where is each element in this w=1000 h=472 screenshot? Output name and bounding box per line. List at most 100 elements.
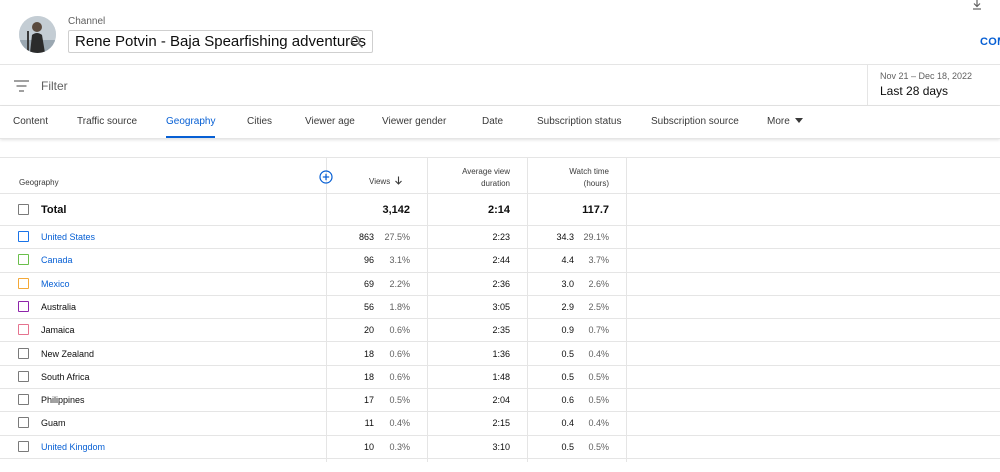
row-checkbox[interactable] [18,347,29,359]
tab-geography[interactable]: Geography [166,116,215,127]
avg-duration-value: 3:10 [492,441,510,452]
tab-traffic-source[interactable]: Traffic source [77,116,137,127]
header-avg-duration-line2: duration [481,179,510,188]
views-percent: 0.6% [389,348,410,359]
report-tabs: Content Traffic source Geography Cities … [0,106,1000,139]
download-icon[interactable] [971,0,983,10]
table-row: Philippines 17 0.5% 2:04 0.6 0.5% [0,389,1000,413]
row-checkbox[interactable] [18,370,29,382]
watch-time-percent: 0.5% [588,371,609,382]
tab-date[interactable]: Date [482,116,503,127]
channel-name: Rene Potvin - Baja Spearfishing adventur… [75,33,367,50]
tab-content[interactable]: Content [13,116,48,127]
table-row: Mexico 69 2.2% 2:36 3.0 2.6% [0,273,1000,296]
views-percent: 1.8% [389,301,410,312]
views-percent: 0.3% [389,441,410,452]
avg-duration-value: 2:35 [492,325,510,336]
sort-down-icon [395,176,403,185]
watch-time-percent: 2.6% [588,278,609,289]
table-row: United States 863 27.5% 2:23 34.3 29.1% [0,226,1000,250]
search-icon[interactable] [350,35,364,49]
views-value: 96 [363,255,374,266]
compare-button[interactable]: COM [980,36,1000,48]
country-name[interactable]: Mexico [41,279,70,289]
header-avg-duration[interactable]: Average view duration [462,166,510,190]
country-name[interactable]: United Kingdom [41,442,105,452]
tab-subscription-source[interactable]: Subscription source [651,116,739,127]
tab-viewer-age[interactable]: Viewer age [305,116,355,127]
row-checkbox[interactable] [18,394,29,406]
views-value: 863 [358,232,374,242]
row-checkbox[interactable] [18,417,29,429]
watch-time-percent: 0.5% [588,395,609,406]
total-checkbox[interactable] [18,204,29,215]
table-row: Australia 56 1.8% 3:05 2.9 2.5% [0,296,1000,320]
tab-more-label: More [767,116,790,127]
total-label: Total [41,204,67,216]
tab-more[interactable]: More [767,116,803,127]
watch-time-value: 0.5 [561,371,574,382]
header-avg-duration-line1: Average view [462,167,510,176]
views-percent: 0.4% [389,418,410,429]
row-checkbox[interactable] [18,324,29,336]
header-views[interactable]: Views [369,176,403,188]
avg-duration-value: 2:04 [492,395,510,406]
views-value: 17 [363,395,374,406]
add-metric-icon[interactable] [319,170,333,184]
views-percent: 0.6% [389,371,410,382]
country-name: Guam [41,418,66,429]
country-name: Jamaica [41,325,75,336]
channel-avatar[interactable] [19,16,56,53]
views-percent: 27.5% [384,232,410,242]
row-checkbox[interactable] [18,440,29,452]
watch-time-percent: 29.1% [583,232,609,242]
watch-time-value: 34.3 [556,232,574,242]
caret-down-icon [794,118,803,123]
total-watch-time: 117.7 [582,204,609,216]
watch-time-percent: 3.7% [588,255,609,266]
header-watch-time[interactable]: Watch time (hours) [569,166,609,190]
watch-time-percent: 0.7% [588,325,609,336]
watch-time-value: 0.4 [561,418,574,429]
avg-duration-value: 1:36 [492,348,510,359]
watch-time-value: 4.4 [561,255,574,266]
filter-icon[interactable] [14,79,29,92]
country-name: Australia [41,301,77,312]
views-percent: 3.1% [389,255,410,266]
views-percent: 0.6% [389,325,410,336]
avg-duration-value: 1:48 [492,371,510,382]
date-range-picker[interactable]: Nov 21 – Dec 18, 2022 Last 28 days [867,65,1000,105]
table-row: Jamaica 20 0.6% 2:35 0.9 0.7% [0,319,1000,343]
watch-time-value: 0.5 [561,441,574,452]
header-geography[interactable]: Geography [19,177,59,189]
country-name[interactable]: Canada [41,255,73,265]
channel-selector[interactable]: Rene Potvin - Baja Spearfishing adventur… [68,30,373,53]
row-checkbox[interactable] [18,277,29,289]
country-name[interactable]: United States [41,232,95,242]
country-name: Philippines [41,395,85,406]
table-row: South Africa 18 0.6% 1:48 0.5 0.5% [0,366,1000,390]
row-checkbox[interactable] [18,254,29,266]
total-row: Total 3,142 2:14 117.7 [0,194,1000,226]
tab-viewer-gender[interactable]: Viewer gender [382,116,446,127]
table-row: United Kingdom 10 0.3% 3:10 0.5 0.5% [0,436,1000,459]
tab-subscription-status[interactable]: Subscription status [537,116,622,127]
tab-cities[interactable]: Cities [247,116,272,127]
table-row: Guam 11 0.4% 2:15 0.4 0.4% [0,412,1000,436]
row-checkbox[interactable] [18,300,29,312]
watch-time-value: 3.0 [561,278,574,289]
avg-duration-value: 2:44 [492,255,510,266]
watch-time-value: 0.9 [561,325,574,336]
filter-bar: Filter Nov 21 – Dec 18, 2022 Last 28 day… [0,65,1000,106]
table-header: Geography Views Average view duration Wat… [0,157,1000,194]
views-value: 56 [363,301,374,312]
watch-time-value: 0.6 [561,395,574,406]
row-checkbox[interactable] [18,231,29,242]
total-avg-duration: 2:14 [487,204,510,216]
avg-duration-value: 2:36 [492,278,510,289]
table-row: Canada 96 3.1% 2:44 4.4 3.7% [0,249,1000,273]
views-percent: 2.2% [389,278,410,289]
filter-input[interactable]: Filter [41,79,68,93]
date-range: Nov 21 – Dec 18, 2022 [880,71,973,81]
views-value: 11 [364,418,374,429]
